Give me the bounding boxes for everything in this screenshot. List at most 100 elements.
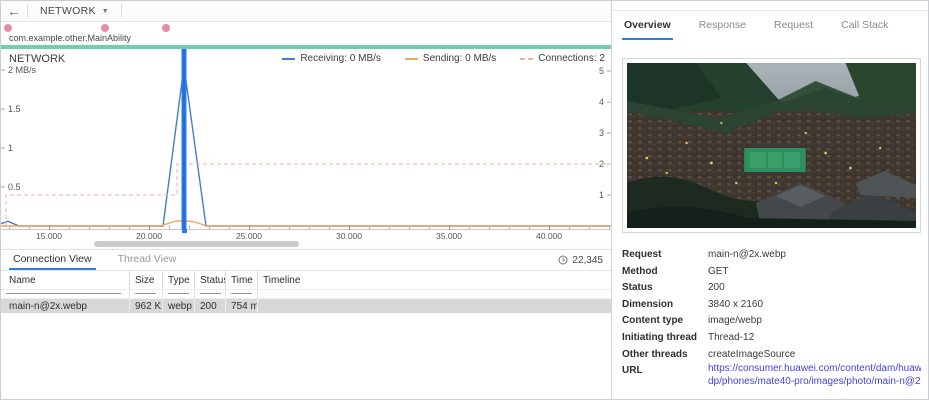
request-details-list: Requestmain-n@2x.webpMethodGETStatus200D…	[622, 247, 922, 388]
event-marker-strip	[1, 22, 611, 33]
filter-input[interactable]	[168, 293, 189, 294]
filter-input[interactable]	[231, 293, 252, 294]
tab-thread-view[interactable]: Thread View	[114, 250, 181, 270]
svg-text:0.5: 0.5	[8, 182, 21, 192]
chart-legend: Receiving: 0 MB/sSending: 0 MB/sConnecti…	[282, 53, 605, 64]
timeline-ruler[interactable]: 15.00020.00025.00030.00035.00040.000	[1, 229, 611, 240]
network-chart[interactable]: NETWORK2 MB/s1.510.554321 Receiving: 0 M…	[1, 49, 611, 229]
detail-label: Content type	[622, 313, 708, 326]
ruler-tick	[309, 225, 310, 230]
ruler-tick	[9, 225, 10, 230]
detail-label: Dimension	[622, 297, 708, 310]
top-toolbar: ← NETWORK ▼	[1, 1, 611, 22]
ruler-tick	[349, 225, 350, 230]
column-header-status[interactable]: Status	[195, 271, 226, 289]
ruler-tick	[49, 225, 50, 230]
detail-tab-response[interactable]: Response	[697, 11, 748, 40]
filter-input[interactable]	[200, 293, 221, 294]
svg-text:1: 1	[599, 190, 604, 200]
legend-label: Receiving: 0 MB/s	[300, 53, 381, 64]
event-marker-dot[interactable]	[4, 24, 12, 32]
ruler-tick	[229, 225, 230, 230]
timeline-scrollbar-track[interactable]	[1, 240, 611, 249]
column-header-size[interactable]: Size	[130, 271, 163, 289]
ability-name-label: com.example.other.MainAbility	[9, 33, 131, 43]
detail-value: createImageSource	[708, 347, 795, 360]
detail-row: Other threadscreateImageSource	[622, 347, 922, 364]
back-arrow-icon[interactable]: ←	[1, 1, 27, 21]
filter-input[interactable]	[135, 293, 156, 294]
connection-view-tabbar: Connection View Thread View	[1, 249, 611, 271]
request-url-link[interactable]: https://consumer.huawei.com/content/dam/…	[708, 363, 921, 388]
detail-label: Request	[622, 247, 708, 260]
column-header-timeline[interactable]: Timeline	[258, 271, 611, 289]
detail-tabbar: Overview Response Request Call Stack	[612, 10, 929, 40]
event-marker-dot[interactable]	[101, 24, 109, 32]
ruler-tick	[269, 225, 270, 230]
filter-input[interactable]	[6, 293, 121, 294]
ruler-tick	[489, 225, 490, 230]
ruler-tick	[149, 225, 150, 230]
detail-label: Initiating thread	[622, 330, 708, 343]
response-image-preview	[622, 58, 921, 233]
legend-item: Receiving: 0 MB/s	[282, 53, 381, 64]
session-type-dropdown[interactable]: NETWORK ▼	[28, 1, 121, 21]
ruler-tick	[189, 225, 190, 230]
profiler-left-panel: ← NETWORK ▼ com.example.other.MainAbilit…	[1, 1, 611, 400]
selection-marker-ruler[interactable]	[182, 229, 187, 233]
ruler-tick	[289, 225, 290, 230]
cell-timeline	[258, 299, 611, 313]
ruler-tick	[509, 225, 510, 230]
ruler-tick	[169, 225, 170, 230]
table-filter-row	[1, 290, 611, 299]
detail-value: GET	[708, 264, 729, 277]
cell-time: 754 ms	[226, 299, 258, 313]
connections-table: NameSizeTypeStatusTimeTimeline main-n@2x.…	[1, 271, 611, 313]
series-receiving	[1, 66, 611, 226]
ruler-tick	[29, 225, 30, 230]
column-header-type[interactable]: Type	[163, 271, 195, 289]
svg-text:3: 3	[599, 128, 604, 138]
svg-text:5: 5	[599, 66, 604, 76]
ruler-tick	[469, 225, 470, 230]
detail-row-url: URLhttps://consumer.huawei.com/content/d…	[622, 363, 922, 388]
session-type-label: NETWORK	[40, 5, 96, 17]
detail-row: Dimension3840 x 2160	[622, 297, 922, 314]
detail-value: image/webp	[708, 313, 762, 326]
event-marker-dot[interactable]	[162, 24, 170, 32]
ruler-tick	[369, 225, 370, 230]
svg-text:1: 1	[8, 143, 13, 153]
legend-swatch	[520, 58, 533, 60]
legend-item: Sending: 0 MB/s	[405, 53, 496, 64]
ruler-tick	[69, 225, 70, 230]
toolbar-separator	[121, 4, 122, 18]
detail-row: Initiating threadThread-12	[622, 330, 922, 347]
ruler-tick	[589, 225, 590, 230]
ruler-tick	[329, 225, 330, 230]
ruler-tick	[89, 225, 90, 230]
tab-connection-view[interactable]: Connection View	[9, 250, 96, 270]
svg-text:2 MB/s: 2 MB/s	[8, 65, 37, 75]
detail-label: Method	[622, 264, 708, 277]
network-chart-canvas[interactable]: NETWORK2 MB/s1.510.554321	[1, 49, 611, 229]
detail-tab-overview[interactable]: Overview	[622, 11, 673, 40]
legend-swatch	[282, 58, 295, 60]
ruler-tick	[109, 225, 110, 230]
timeline-scrollbar-thumb[interactable]	[94, 241, 299, 247]
detail-row: Content typeimage/webp	[622, 313, 922, 330]
ruler-tick	[249, 225, 250, 230]
legend-label: Sending: 0 MB/s	[423, 53, 496, 64]
detail-value: main-n@2x.webp	[708, 247, 786, 260]
cell-size: 962 KB	[130, 299, 163, 313]
detail-tab-request[interactable]: Request	[772, 11, 815, 40]
detail-label: Status	[622, 280, 708, 293]
table-header-row: NameSizeTypeStatusTimeTimeline	[1, 271, 611, 290]
chevron-down-icon: ▼	[102, 8, 109, 15]
ruler-tick	[429, 225, 430, 230]
detail-tab-call-stack[interactable]: Call Stack	[839, 11, 890, 40]
ruler-tick	[569, 225, 570, 230]
column-header-name[interactable]: Name	[1, 271, 130, 289]
column-header-time[interactable]: Time	[226, 271, 258, 289]
ruler-tick	[129, 225, 130, 230]
table-row[interactable]: main-n@2x.webp962 KBwebp200754 ms	[1, 299, 611, 313]
